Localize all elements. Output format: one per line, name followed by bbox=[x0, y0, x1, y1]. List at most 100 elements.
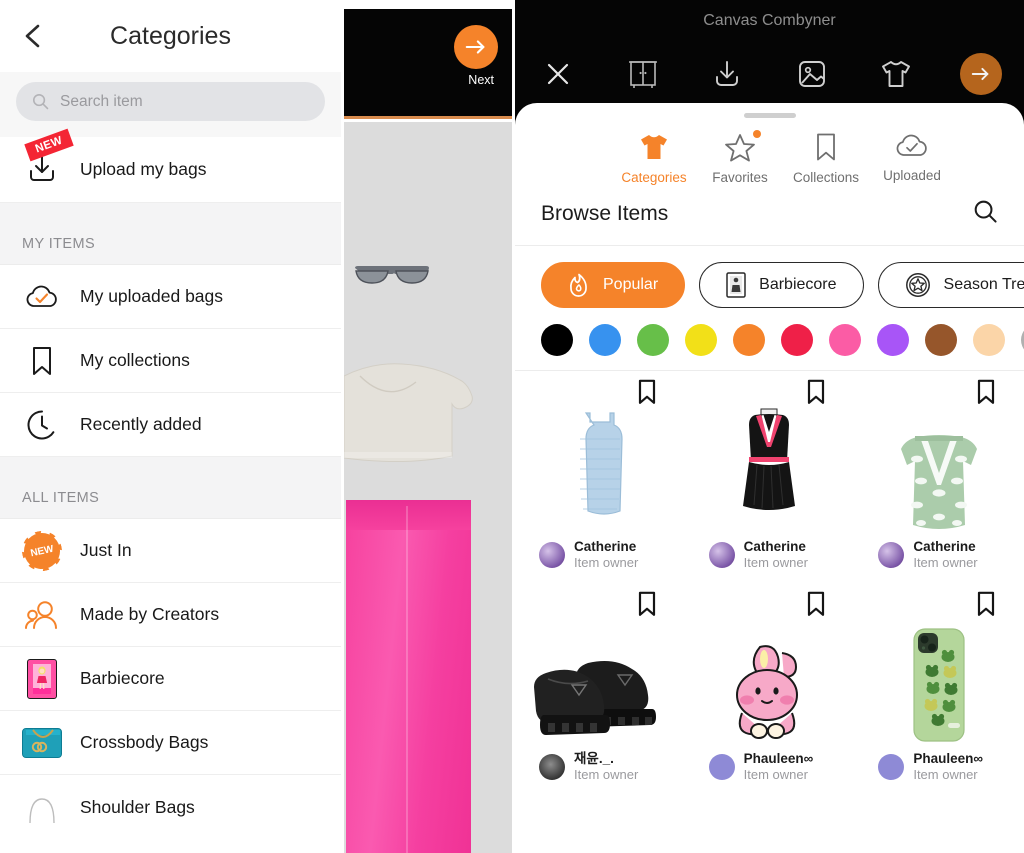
swatch-green[interactable] bbox=[637, 324, 669, 356]
bookmark-icon[interactable] bbox=[976, 591, 996, 622]
item-card[interactable]: Phauleen∞ Item owner bbox=[685, 583, 855, 795]
download-icon[interactable] bbox=[706, 53, 748, 95]
swatch-brown[interactable] bbox=[925, 324, 957, 356]
owner-role: Item owner bbox=[913, 766, 978, 782]
avatar bbox=[539, 541, 565, 568]
bookmark-icon[interactable] bbox=[637, 591, 657, 622]
sidebar-item-crossbody-bags[interactable]: Crossbody Bags bbox=[0, 711, 341, 775]
sheet-tabs: Categories Favorites Collections Uploade… bbox=[515, 118, 1024, 185]
swatch-purple[interactable] bbox=[877, 324, 909, 356]
tab-categories[interactable]: Categories bbox=[611, 132, 697, 185]
tab-badge-dot bbox=[753, 130, 761, 138]
item-image-black-chunky-loafers bbox=[515, 611, 685, 743]
swatch-yellow[interactable] bbox=[685, 324, 717, 356]
back-chevron-icon[interactable] bbox=[20, 23, 46, 49]
chip-popular[interactable]: Popular bbox=[541, 262, 686, 308]
swatch-black[interactable] bbox=[541, 324, 573, 356]
wardrobe-icon[interactable] bbox=[622, 53, 664, 95]
clock-icon bbox=[22, 405, 62, 445]
browse-header: Browse Items bbox=[515, 185, 1024, 246]
bookmark-icon[interactable] bbox=[806, 591, 826, 622]
swatch-blue[interactable] bbox=[589, 324, 621, 356]
item-card[interactable]: Catherine Item owner bbox=[854, 371, 1024, 583]
sidebar-item-barbiecore[interactable]: Barbiecore bbox=[0, 647, 341, 711]
sidebar-item-made-by-creators[interactable]: Made by Creators bbox=[0, 583, 341, 647]
barbiecore-card-icon bbox=[726, 272, 746, 298]
tab-label: Collections bbox=[792, 170, 860, 185]
search-placeholder: Search item bbox=[60, 92, 143, 110]
outfit-canvas[interactable] bbox=[344, 122, 512, 853]
tshirt-icon[interactable] bbox=[875, 53, 917, 95]
cloud-check-icon bbox=[22, 277, 62, 317]
swatch-pink[interactable] bbox=[829, 324, 861, 356]
item-image-black-pink-v-neck-tennis-dress bbox=[685, 399, 855, 531]
sidebar-header: Categories bbox=[0, 0, 341, 72]
sidebar-item-my-collections[interactable]: My collections bbox=[0, 329, 341, 393]
sidebar-item-recently-added[interactable]: Recently added bbox=[0, 393, 341, 457]
item-card[interactable]: Catherine Item owner bbox=[515, 371, 685, 583]
item-card[interactable]: 재윤._. Item owner bbox=[515, 583, 685, 795]
bookmark-icon[interactable] bbox=[637, 379, 657, 410]
avatar bbox=[878, 753, 905, 780]
bookmark-icon bbox=[22, 341, 62, 381]
creators-people-icon bbox=[22, 595, 62, 635]
item-image-light-blue-tweed-dress bbox=[515, 399, 685, 531]
categories-sidebar-panel: .. Categories Search item bbox=[0, 0, 341, 853]
chip-season-trend[interactable]: Season Trend bbox=[877, 262, 1024, 308]
image-icon[interactable] bbox=[791, 53, 833, 95]
chip-barbiecore[interactable]: Barbiecore bbox=[699, 262, 864, 308]
owner-name: Phauleen∞ bbox=[743, 751, 814, 766]
canvas-combyner-panel: Canvas Combyner Categories Favorites Col… bbox=[515, 0, 1024, 853]
sidebar-item-label: Shoulder Bags bbox=[80, 796, 195, 817]
swatch-orange[interactable] bbox=[733, 324, 765, 356]
avatar bbox=[708, 541, 735, 568]
sidebar-item-my-uploaded-bags[interactable]: My uploaded bags bbox=[0, 265, 341, 329]
canvas-title: Canvas Combyner bbox=[703, 12, 836, 29]
sidebar-item-just-in[interactable]: NEW Just In bbox=[0, 519, 341, 583]
upload-icon: NEW bbox=[22, 128, 74, 190]
owner-name: Catherine bbox=[743, 539, 806, 554]
tab-collections[interactable]: Collections bbox=[783, 132, 869, 185]
item-image-green-frog-phone-case bbox=[854, 611, 1024, 743]
flame-icon bbox=[569, 273, 587, 297]
item-card[interactable]: Phauleen∞ Item owner bbox=[854, 583, 1024, 795]
browse-title: Browse Items bbox=[541, 202, 669, 225]
pink-pants-item[interactable] bbox=[346, 500, 471, 853]
chip-label: Season Trend bbox=[943, 276, 1024, 293]
swatch-beige[interactable] bbox=[973, 324, 1005, 356]
item-image-pink-bunny-character bbox=[685, 611, 855, 743]
section-header-all-items: ALL ITEMS bbox=[0, 457, 341, 519]
owner-role: Item owner bbox=[743, 554, 808, 570]
search-icon bbox=[32, 93, 49, 110]
swatch-red[interactable] bbox=[781, 324, 813, 356]
browse-sheet: Categories Favorites Collections Uploade… bbox=[515, 103, 1024, 853]
sidebar-item-label: Made by Creators bbox=[80, 604, 220, 624]
item-owner: Phauleen∞ Item owner bbox=[685, 743, 855, 783]
bookmark-icon[interactable] bbox=[976, 379, 996, 410]
tab-uploaded[interactable]: Uploaded bbox=[869, 132, 955, 185]
search-icon[interactable] bbox=[973, 199, 998, 229]
crop-top-item[interactable] bbox=[344, 354, 477, 502]
sidebar-item-upload-my-bags[interactable]: NEW Upload my bags bbox=[0, 128, 341, 203]
owner-name: Phauleen∞ bbox=[913, 751, 983, 766]
section-header-my-items: MY ITEMS bbox=[0, 203, 341, 265]
owner-name: 재윤._. bbox=[574, 751, 614, 766]
owner-role: Item owner bbox=[743, 766, 808, 782]
sidebar-item-label: Barbiecore bbox=[80, 668, 165, 688]
arrow-right-circle-icon[interactable] bbox=[959, 53, 1002, 95]
canvas-preview-panel: Next bbox=[341, 0, 515, 853]
sidebar-item-shoulder-bags[interactable]: Shoulder Bags bbox=[0, 775, 341, 839]
search-input[interactable]: Search item bbox=[16, 82, 325, 121]
owner-role: Item owner bbox=[574, 554, 639, 570]
sunglasses-item[interactable] bbox=[352, 262, 432, 288]
star-medal-icon bbox=[905, 273, 930, 297]
canvas-preview-inner: Next bbox=[344, 9, 512, 853]
item-owner: Catherine Item owner bbox=[515, 531, 685, 571]
bookmark-icon[interactable] bbox=[806, 379, 826, 410]
sidebar-item-label: Just In bbox=[80, 540, 132, 560]
color-swatches bbox=[515, 308, 1024, 371]
tab-favorites[interactable]: Favorites bbox=[697, 130, 783, 185]
item-card[interactable]: Catherine Item owner bbox=[685, 371, 855, 583]
next-button[interactable] bbox=[454, 25, 498, 69]
close-x-icon[interactable] bbox=[537, 53, 579, 95]
